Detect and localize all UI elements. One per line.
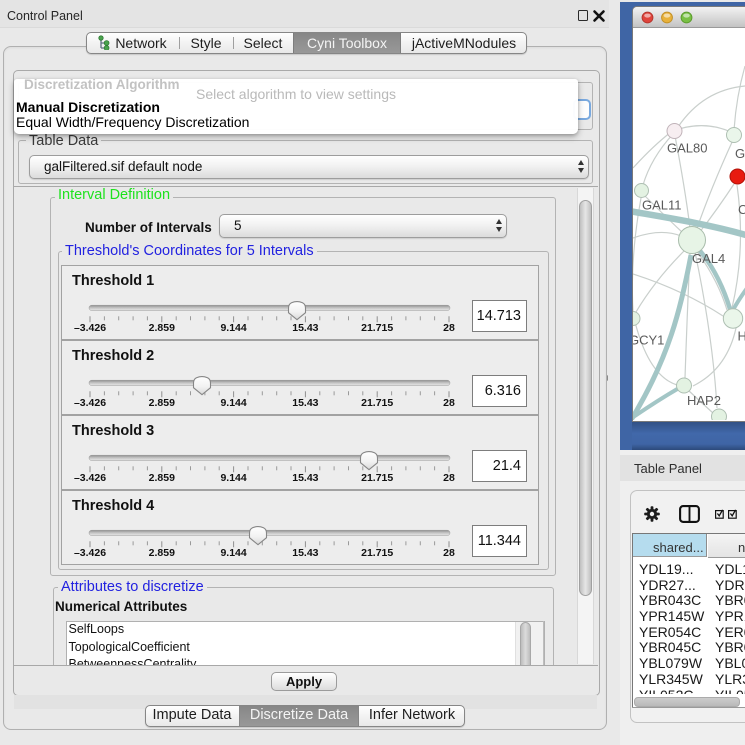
svg-text:GAL4: GAL4 bbox=[692, 251, 725, 266]
svg-text:C: C bbox=[738, 202, 745, 217]
svg-text:GA: GA bbox=[735, 146, 745, 161]
svg-text:GAL80: GAL80 bbox=[667, 141, 707, 156]
svg-text:HAP2: HAP2 bbox=[687, 393, 721, 408]
svg-text:GAL11: GAL11 bbox=[642, 198, 682, 213]
svg-text:GCY1: GCY1 bbox=[633, 333, 664, 348]
svg-text:H: H bbox=[738, 329, 745, 344]
